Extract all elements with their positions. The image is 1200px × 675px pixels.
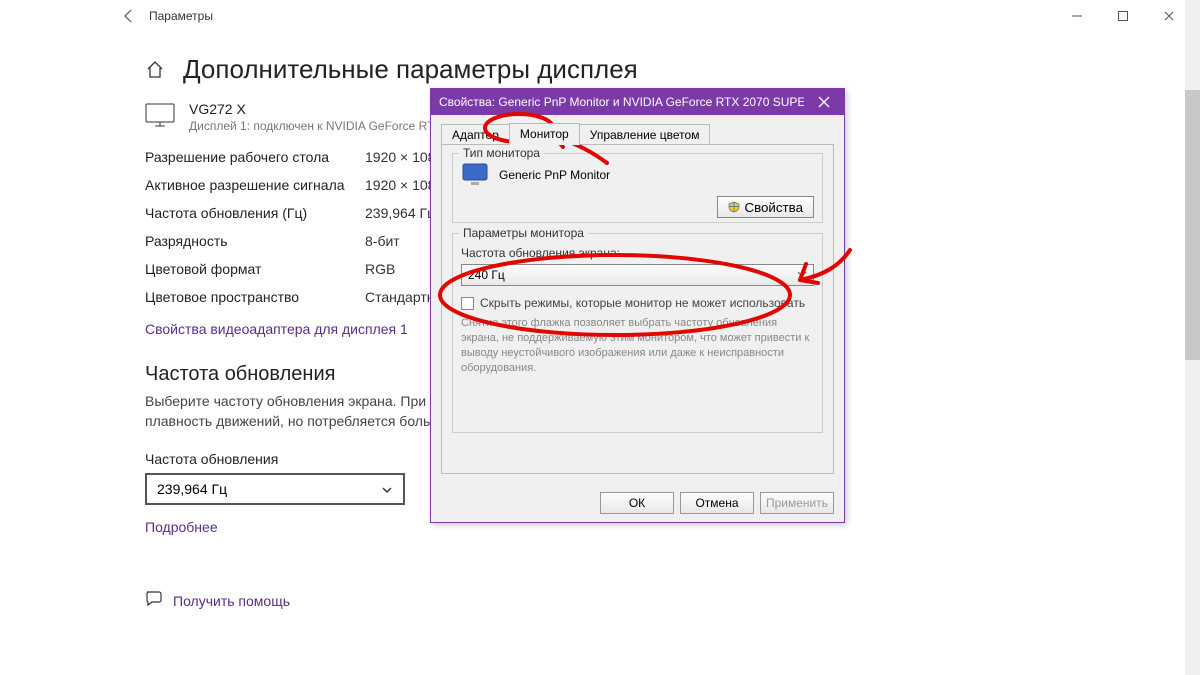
- cancel-button[interactable]: Отмена: [680, 492, 754, 514]
- get-help-link[interactable]: Получить помощь: [173, 593, 290, 609]
- monitor-type-group: Тип монитора Generic PnP Monitor Свойств…: [452, 153, 823, 223]
- info-value: 239,964 Гц: [365, 205, 435, 221]
- apply-button[interactable]: Применить: [760, 492, 834, 514]
- monitor-params-group: Параметры монитора Частота обновления эк…: [452, 233, 823, 433]
- monitor-properties-button[interactable]: Свойства: [717, 196, 814, 218]
- help-icon: [145, 589, 163, 612]
- hide-modes-hint: Снятие этого флажка позволяет выбрать ча…: [461, 316, 814, 375]
- info-key: Цветовой формат: [145, 261, 365, 277]
- titlebar: Параметры: [105, 0, 1200, 32]
- info-key: Разрешение рабочего стола: [145, 149, 365, 165]
- hide-modes-label: Скрыть режимы, которые монитор не может …: [480, 296, 805, 310]
- chevron-down-icon: [797, 268, 807, 282]
- tab-adapter[interactable]: Адаптер: [441, 124, 510, 145]
- info-key: Цветовое пространство: [145, 289, 365, 305]
- screen-refresh-rate-value: 240 Гц: [468, 268, 505, 282]
- info-key: Разрядность: [145, 233, 365, 249]
- dialog-title: Свойства: Generic PnP Monitor и NVIDIA G…: [439, 95, 804, 109]
- info-value: RGB: [365, 261, 395, 277]
- screen-refresh-rate-dropdown[interactable]: 240 Гц: [461, 264, 814, 286]
- maximize-button[interactable]: [1100, 0, 1146, 32]
- tab-color[interactable]: Управление цветом: [579, 124, 711, 145]
- minimize-button[interactable]: [1054, 0, 1100, 32]
- monitor-icon: [145, 103, 175, 127]
- info-key: Активное разрешение сигнала: [145, 177, 365, 193]
- dialog-close-button[interactable]: [804, 89, 844, 115]
- window-title: Параметры: [149, 9, 213, 23]
- monitor-type-label: Тип монитора: [459, 146, 544, 160]
- shield-icon: [728, 201, 740, 213]
- refresh-rate-dropdown[interactable]: 239,964 Гц: [145, 473, 405, 505]
- monitor-type-name: Generic PnP Monitor: [499, 168, 610, 182]
- page-title: Дополнительные параметры дисплея: [183, 54, 638, 85]
- chevron-down-icon: [381, 483, 393, 495]
- tab-monitor[interactable]: Монитор: [509, 123, 580, 145]
- scrollbar[interactable]: [1185, 0, 1200, 675]
- tab-panel-monitor: Тип монитора Generic PnP Monitor Свойств…: [441, 144, 834, 474]
- screen-refresh-rate-label: Частота обновления экрана:: [461, 246, 814, 260]
- home-icon[interactable]: [145, 60, 165, 80]
- dialog-tabs: Адаптер Монитор Управление цветом: [441, 121, 834, 145]
- monitor-icon: [461, 162, 491, 188]
- monitor-params-label: Параметры монитора: [459, 226, 588, 240]
- hide-modes-checkbox[interactable]: [461, 297, 474, 310]
- refresh-rate-value: 239,964 Гц: [157, 481, 227, 497]
- dialog-titlebar[interactable]: Свойства: Generic PnP Monitor и NVIDIA G…: [431, 89, 844, 115]
- back-button[interactable]: [113, 0, 145, 32]
- ok-button[interactable]: ОК: [600, 492, 674, 514]
- info-value: 8-бит: [365, 233, 400, 249]
- info-key: Частота обновления (Гц): [145, 205, 365, 221]
- monitor-properties-dialog: Свойства: Generic PnP Monitor и NVIDIA G…: [430, 88, 845, 523]
- scrollbar-thumb[interactable]: [1185, 90, 1200, 360]
